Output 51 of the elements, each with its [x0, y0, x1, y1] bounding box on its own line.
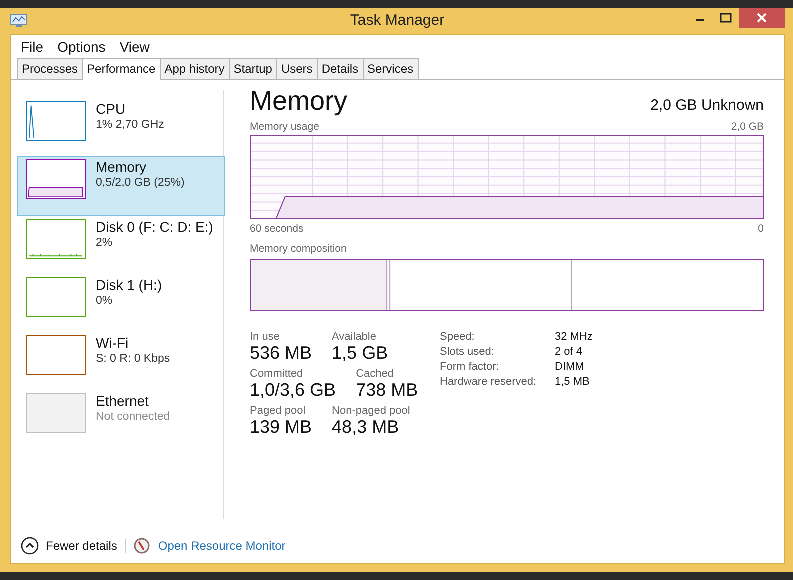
- property-label: Slots used:: [440, 346, 496, 358]
- stat-label: In use: [250, 331, 281, 343]
- property-label: Hardware reserved:: [440, 376, 538, 388]
- sidebar-item[interactable]: Disk 1 (H:) 0%: [17, 274, 225, 332]
- stat-label: Committed: [250, 368, 304, 380]
- gauge-icon: [134, 538, 150, 554]
- graph-label: Memory composition: [250, 243, 347, 255]
- sidebar-item[interactable]: Memory 0,5/2,0 GB (25%): [17, 156, 225, 216]
- tab[interactable]: App history: [160, 58, 230, 79]
- axis-label: 2,0 GB: [731, 121, 764, 133]
- property-label: Form factor:: [440, 361, 500, 373]
- menu-item[interactable]: Options: [58, 39, 106, 55]
- menu-item[interactable]: View: [120, 39, 150, 55]
- sidebar-item[interactable]: Wi-Fi S: 0 R: 0 Kbps: [17, 332, 225, 390]
- panel-title: Memory: [250, 86, 348, 117]
- property-value: 1,5 MB: [555, 376, 591, 388]
- tab[interactable]: Users: [276, 58, 318, 79]
- resource-monitor-link[interactable]: Open Resource Monitor: [158, 539, 286, 553]
- axis-label: 0: [758, 223, 764, 235]
- stat-label: Non-paged pool: [332, 405, 410, 417]
- stat-value: 139 MB: [250, 417, 312, 438]
- stat-label: Available: [332, 331, 378, 343]
- chevron-up-icon: [21, 537, 39, 555]
- stat-value: 536 MB: [250, 343, 312, 364]
- window-title: Task Manager: [350, 12, 445, 29]
- stat-label: Paged pool: [250, 405, 307, 417]
- graph-label: Memory usage: [250, 121, 320, 133]
- monitor-icon: [10, 14, 28, 28]
- property-label: Speed:: [440, 331, 476, 343]
- fewer-details-button[interactable]: Fewer details: [21, 537, 118, 555]
- stat-value: 1,0/3,6 GB: [250, 380, 336, 401]
- menu-item[interactable]: File: [21, 39, 44, 55]
- stat-value: 1,5 GB: [332, 343, 388, 364]
- stat-label: Cached: [356, 368, 395, 380]
- memory-summary: 2,0 GB Unknown: [650, 97, 764, 114]
- sidebar-item[interactable]: Disk 0 (F: C: D: E:) 2%: [17, 216, 225, 274]
- tab[interactable]: Performance: [82, 58, 161, 80]
- tab[interactable]: Startup: [228, 58, 278, 79]
- tab[interactable]: Services: [362, 58, 419, 79]
- property-value: DIMM: [555, 361, 586, 373]
- axis-label: 60 seconds: [250, 223, 304, 235]
- close-icon: [757, 13, 767, 23]
- tab[interactable]: Processes: [17, 58, 84, 79]
- stat-value: 48,3 MB: [332, 417, 400, 438]
- stat-value: 738 MB: [356, 380, 418, 401]
- close-button[interactable]: [739, 8, 785, 28]
- property-value: 2 of 4: [555, 346, 584, 358]
- tab[interactable]: Details: [316, 58, 364, 79]
- property-value: 32 MHz: [555, 331, 593, 343]
- maximize-icon: [720, 13, 732, 23]
- sidebar-item[interactable]: CPU 1% 2,70 GHz: [17, 98, 225, 156]
